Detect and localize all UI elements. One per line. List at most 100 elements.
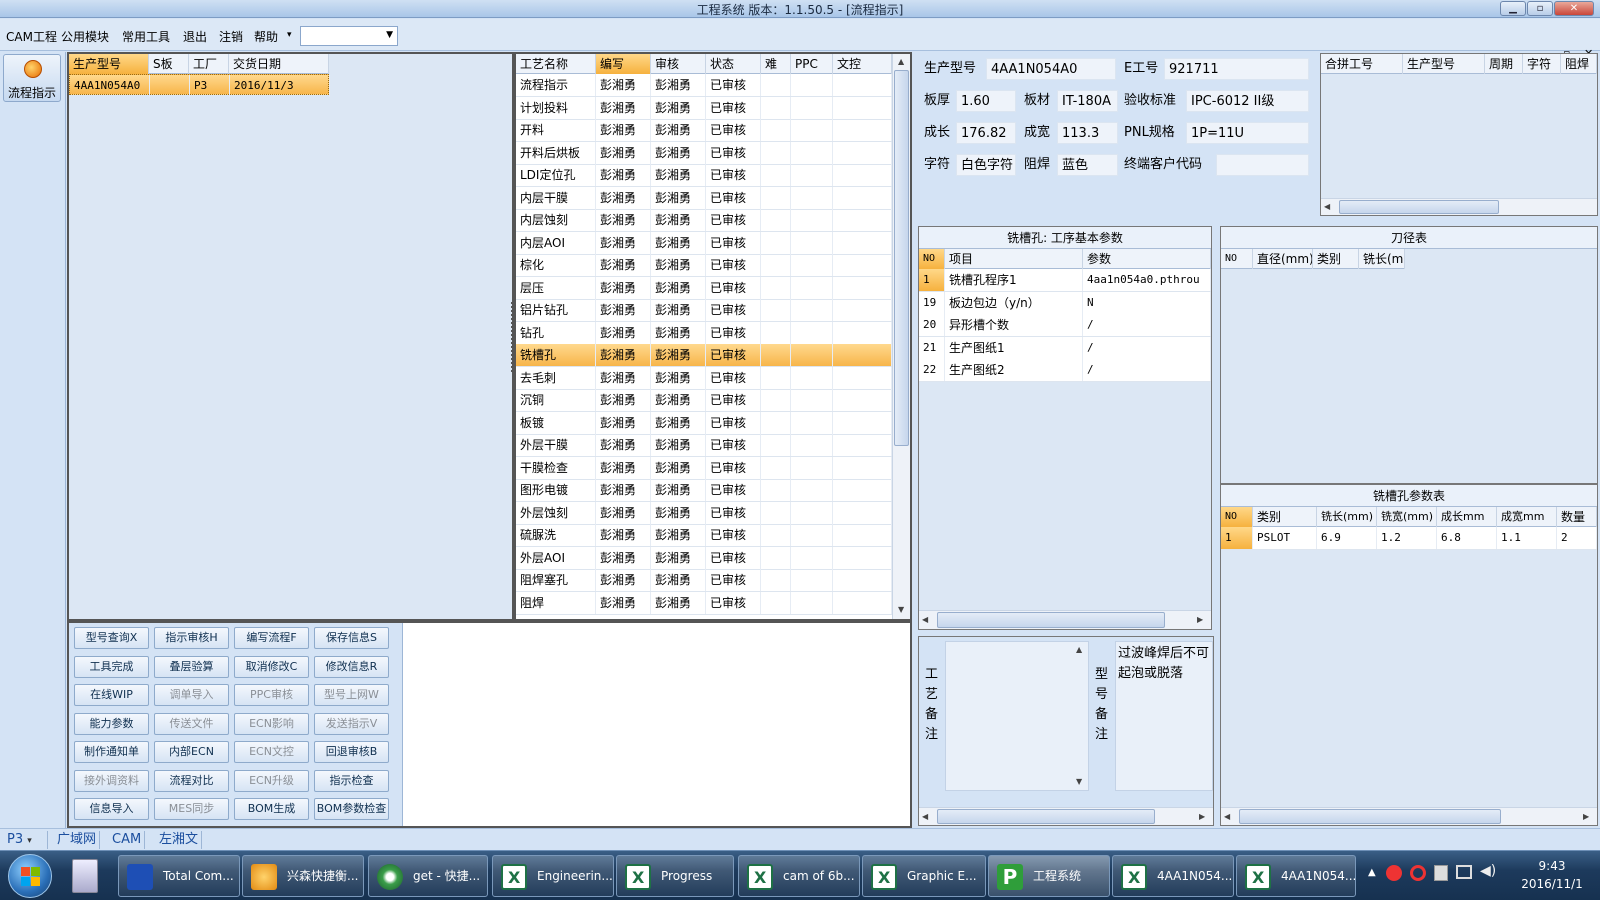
- action-button[interactable]: 编写流程F: [234, 627, 309, 649]
- action-button[interactable]: 传送文件: [154, 712, 229, 735]
- action-button[interactable]: 指示检查: [314, 769, 389, 792]
- action-button[interactable]: 工具完成: [74, 655, 149, 678]
- table-row[interactable]: 4AA1N054A0 P3 2016/11/3: [69, 74, 330, 97]
- table-row[interactable]: 阻焊塞孔 彭湘勇 彭湘勇 已审核: [516, 569, 892, 592]
- action-button[interactable]: 发送指示V: [314, 712, 389, 735]
- action-button[interactable]: ECN升级: [234, 769, 309, 792]
- tools-col-diameter[interactable]: 直径(mm): [1253, 249, 1313, 269]
- module-combo[interactable]: ▼: [300, 26, 398, 46]
- action-button[interactable]: 取消修改C: [234, 655, 309, 678]
- scroll-left-icon[interactable]: ◀: [1224, 811, 1230, 823]
- process-notes-field[interactable]: ▲ ▼: [945, 641, 1089, 791]
- action-button[interactable]: 接外调资料: [74, 769, 149, 792]
- table-row[interactable]: 21 生产图纸1/: [919, 336, 1211, 360]
- scroll-down-icon[interactable]: ▼: [1076, 776, 1082, 788]
- scrollbar-thumb[interactable]: [1239, 809, 1501, 824]
- field-model[interactable]: 4AA1N054A0: [986, 58, 1116, 80]
- action-button[interactable]: PPC审核: [234, 684, 309, 706]
- scrollbar-thumb[interactable]: [894, 70, 909, 446]
- action-button[interactable]: 回退审核B: [314, 741, 389, 763]
- calculator-icon[interactable]: [72, 859, 98, 893]
- model-notes-field[interactable]: 过波峰焊后不可起泡或脱落: [1115, 641, 1213, 791]
- table-row[interactable]: 钻孔 彭湘勇 彭湘勇 已审核: [516, 321, 892, 345]
- slot-col-finish-length[interactable]: 成长mm: [1437, 507, 1497, 527]
- tray-volume-icon[interactable]: ◀): [1480, 863, 1496, 879]
- scroll-right-icon[interactable]: ▶: [1199, 811, 1205, 823]
- menu-exit[interactable]: 退出: [183, 28, 207, 45]
- menu-help[interactable]: 帮助: [254, 28, 278, 45]
- taskbar-item-workbook-2[interactable]: 4AA1N054...: [1236, 855, 1356, 897]
- table-row[interactable]: 计划投料 彭湘勇 彭湘勇 已审核: [516, 96, 892, 120]
- table-row[interactable]: LDI定位孔 彭湘勇 彭湘勇 已审核: [516, 164, 892, 187]
- scroll-up-icon[interactable]: ▲: [1076, 644, 1082, 656]
- close-button[interactable]: ✕: [1554, 1, 1594, 16]
- table-row[interactable]: 开料 彭湘勇 彭湘勇 已审核: [516, 119, 892, 142]
- table-row[interactable]: 棕化 彭湘勇 彭湘勇 已审核: [516, 254, 892, 277]
- field-thickness[interactable]: 1.60: [956, 90, 1016, 112]
- params-col-item[interactable]: 项目: [945, 249, 1083, 269]
- table-row[interactable]: 铣槽孔 彭湘勇 彭湘勇 已审核: [516, 344, 892, 367]
- field-char[interactable]: 白色字符: [956, 154, 1016, 176]
- action-button[interactable]: 指示审核H: [154, 627, 229, 649]
- taskbar-item-engineering[interactable]: Engineerin...: [492, 855, 614, 897]
- action-button[interactable]: 修改信息R: [314, 655, 389, 678]
- action-button[interactable]: 型号上网W: [314, 684, 389, 706]
- slot-col-no[interactable]: NO: [1221, 507, 1253, 527]
- slot-col-finish-width[interactable]: 成宽mm: [1497, 507, 1557, 527]
- table-row[interactable]: 图形电镀 彭湘勇 彭湘勇 已审核: [516, 479, 892, 502]
- table-row[interactable]: 硫脲洗 彭湘勇 彭湘勇 已审核: [516, 524, 892, 547]
- table-row[interactable]: 内层AOI 彭湘勇 彭湘勇 已审核: [516, 231, 892, 255]
- process-col-difficulty[interactable]: 难: [761, 54, 791, 74]
- field-e-no[interactable]: 921711: [1164, 58, 1309, 80]
- flow-instruction-button[interactable]: 流程指示: [3, 54, 61, 102]
- action-button[interactable]: 信息导入: [74, 798, 149, 820]
- merge-col-model[interactable]: 生产型号: [1403, 54, 1485, 74]
- action-button[interactable]: ECN文控: [234, 741, 309, 763]
- table-row[interactable]: 外层AOI 彭湘勇 彭湘勇 已审核: [516, 546, 892, 570]
- table-row[interactable]: 沉铜 彭湘勇 彭湘勇 已审核: [516, 389, 892, 412]
- start-button[interactable]: [8, 854, 52, 898]
- field-length[interactable]: 176.82: [956, 122, 1016, 144]
- scrollbar-thumb[interactable]: [1339, 200, 1499, 214]
- table-row[interactable]: 流程指示 彭湘勇 彭湘勇 已审核: [516, 74, 892, 97]
- taskbar-item-graphic[interactable]: Graphic E...: [862, 855, 986, 897]
- slot-col-qty[interactable]: 数量: [1557, 507, 1597, 527]
- table-row[interactable]: 22 生产图纸2/: [919, 359, 1211, 382]
- action-button[interactable]: 能力参数: [74, 712, 149, 735]
- orders-col-model[interactable]: 生产型号: [69, 54, 149, 74]
- field-standard[interactable]: IPC-6012 II级: [1186, 90, 1309, 112]
- scrollbar-thumb[interactable]: [937, 809, 1155, 824]
- scroll-left-icon[interactable]: ◀: [922, 811, 928, 823]
- slot-col-mill-width[interactable]: 铣宽(mm): [1377, 507, 1437, 527]
- action-button[interactable]: 在线WIP: [74, 684, 149, 706]
- tray-sync-icon[interactable]: [1410, 865, 1426, 881]
- params-scrollbar[interactable]: ◀ ▶: [919, 610, 1211, 629]
- splitter-handle[interactable]: [511, 302, 515, 372]
- field-mask[interactable]: 蓝色: [1057, 154, 1118, 176]
- table-row[interactable]: 板镀 彭湘勇 彭湘勇 已审核: [516, 411, 892, 435]
- table-row[interactable]: 1 铣槽孔程序1 4aa1n054a0.pthrou: [919, 269, 1211, 292]
- taskbar-item-engineering-system[interactable]: P 工程系统: [988, 855, 1110, 897]
- menu-common-tools[interactable]: 常用工具: [122, 28, 170, 45]
- table-row[interactable]: 层压 彭湘勇 彭湘勇 已审核: [516, 276, 892, 300]
- scroll-down-icon[interactable]: ▼: [898, 604, 904, 616]
- taskbar-item-browser[interactable]: get - 快捷...: [368, 855, 488, 897]
- orders-col-sboard[interactable]: S板: [149, 54, 189, 74]
- slot-scrollbar[interactable]: ◀ ▶: [1221, 807, 1597, 825]
- action-button[interactable]: BOM生成: [234, 798, 309, 820]
- maximize-button[interactable]: ▫: [1527, 1, 1553, 16]
- scrollbar-thumb[interactable]: [937, 612, 1165, 628]
- table-row[interactable]: 开料后烘板 彭湘勇 彭湘勇 已审核: [516, 141, 892, 165]
- tray-flag-icon[interactable]: [1434, 865, 1448, 881]
- action-button[interactable]: ECN影响: [234, 712, 309, 735]
- field-customer[interactable]: [1216, 154, 1309, 176]
- taskbar-item-workbook-1[interactable]: 4AA1N054...: [1112, 855, 1234, 897]
- action-button[interactable]: 制作通知单: [74, 741, 149, 763]
- slot-col-type[interactable]: 类别: [1253, 507, 1317, 527]
- field-width[interactable]: 113.3: [1057, 122, 1118, 144]
- action-button[interactable]: 调单导入: [154, 684, 229, 706]
- action-button[interactable]: 内部ECN: [154, 741, 229, 763]
- menu-cam-project[interactable]: CAM工程: [6, 28, 57, 45]
- scroll-right-icon[interactable]: ▶: [1197, 614, 1203, 626]
- action-button[interactable]: 保存信息S: [314, 627, 389, 649]
